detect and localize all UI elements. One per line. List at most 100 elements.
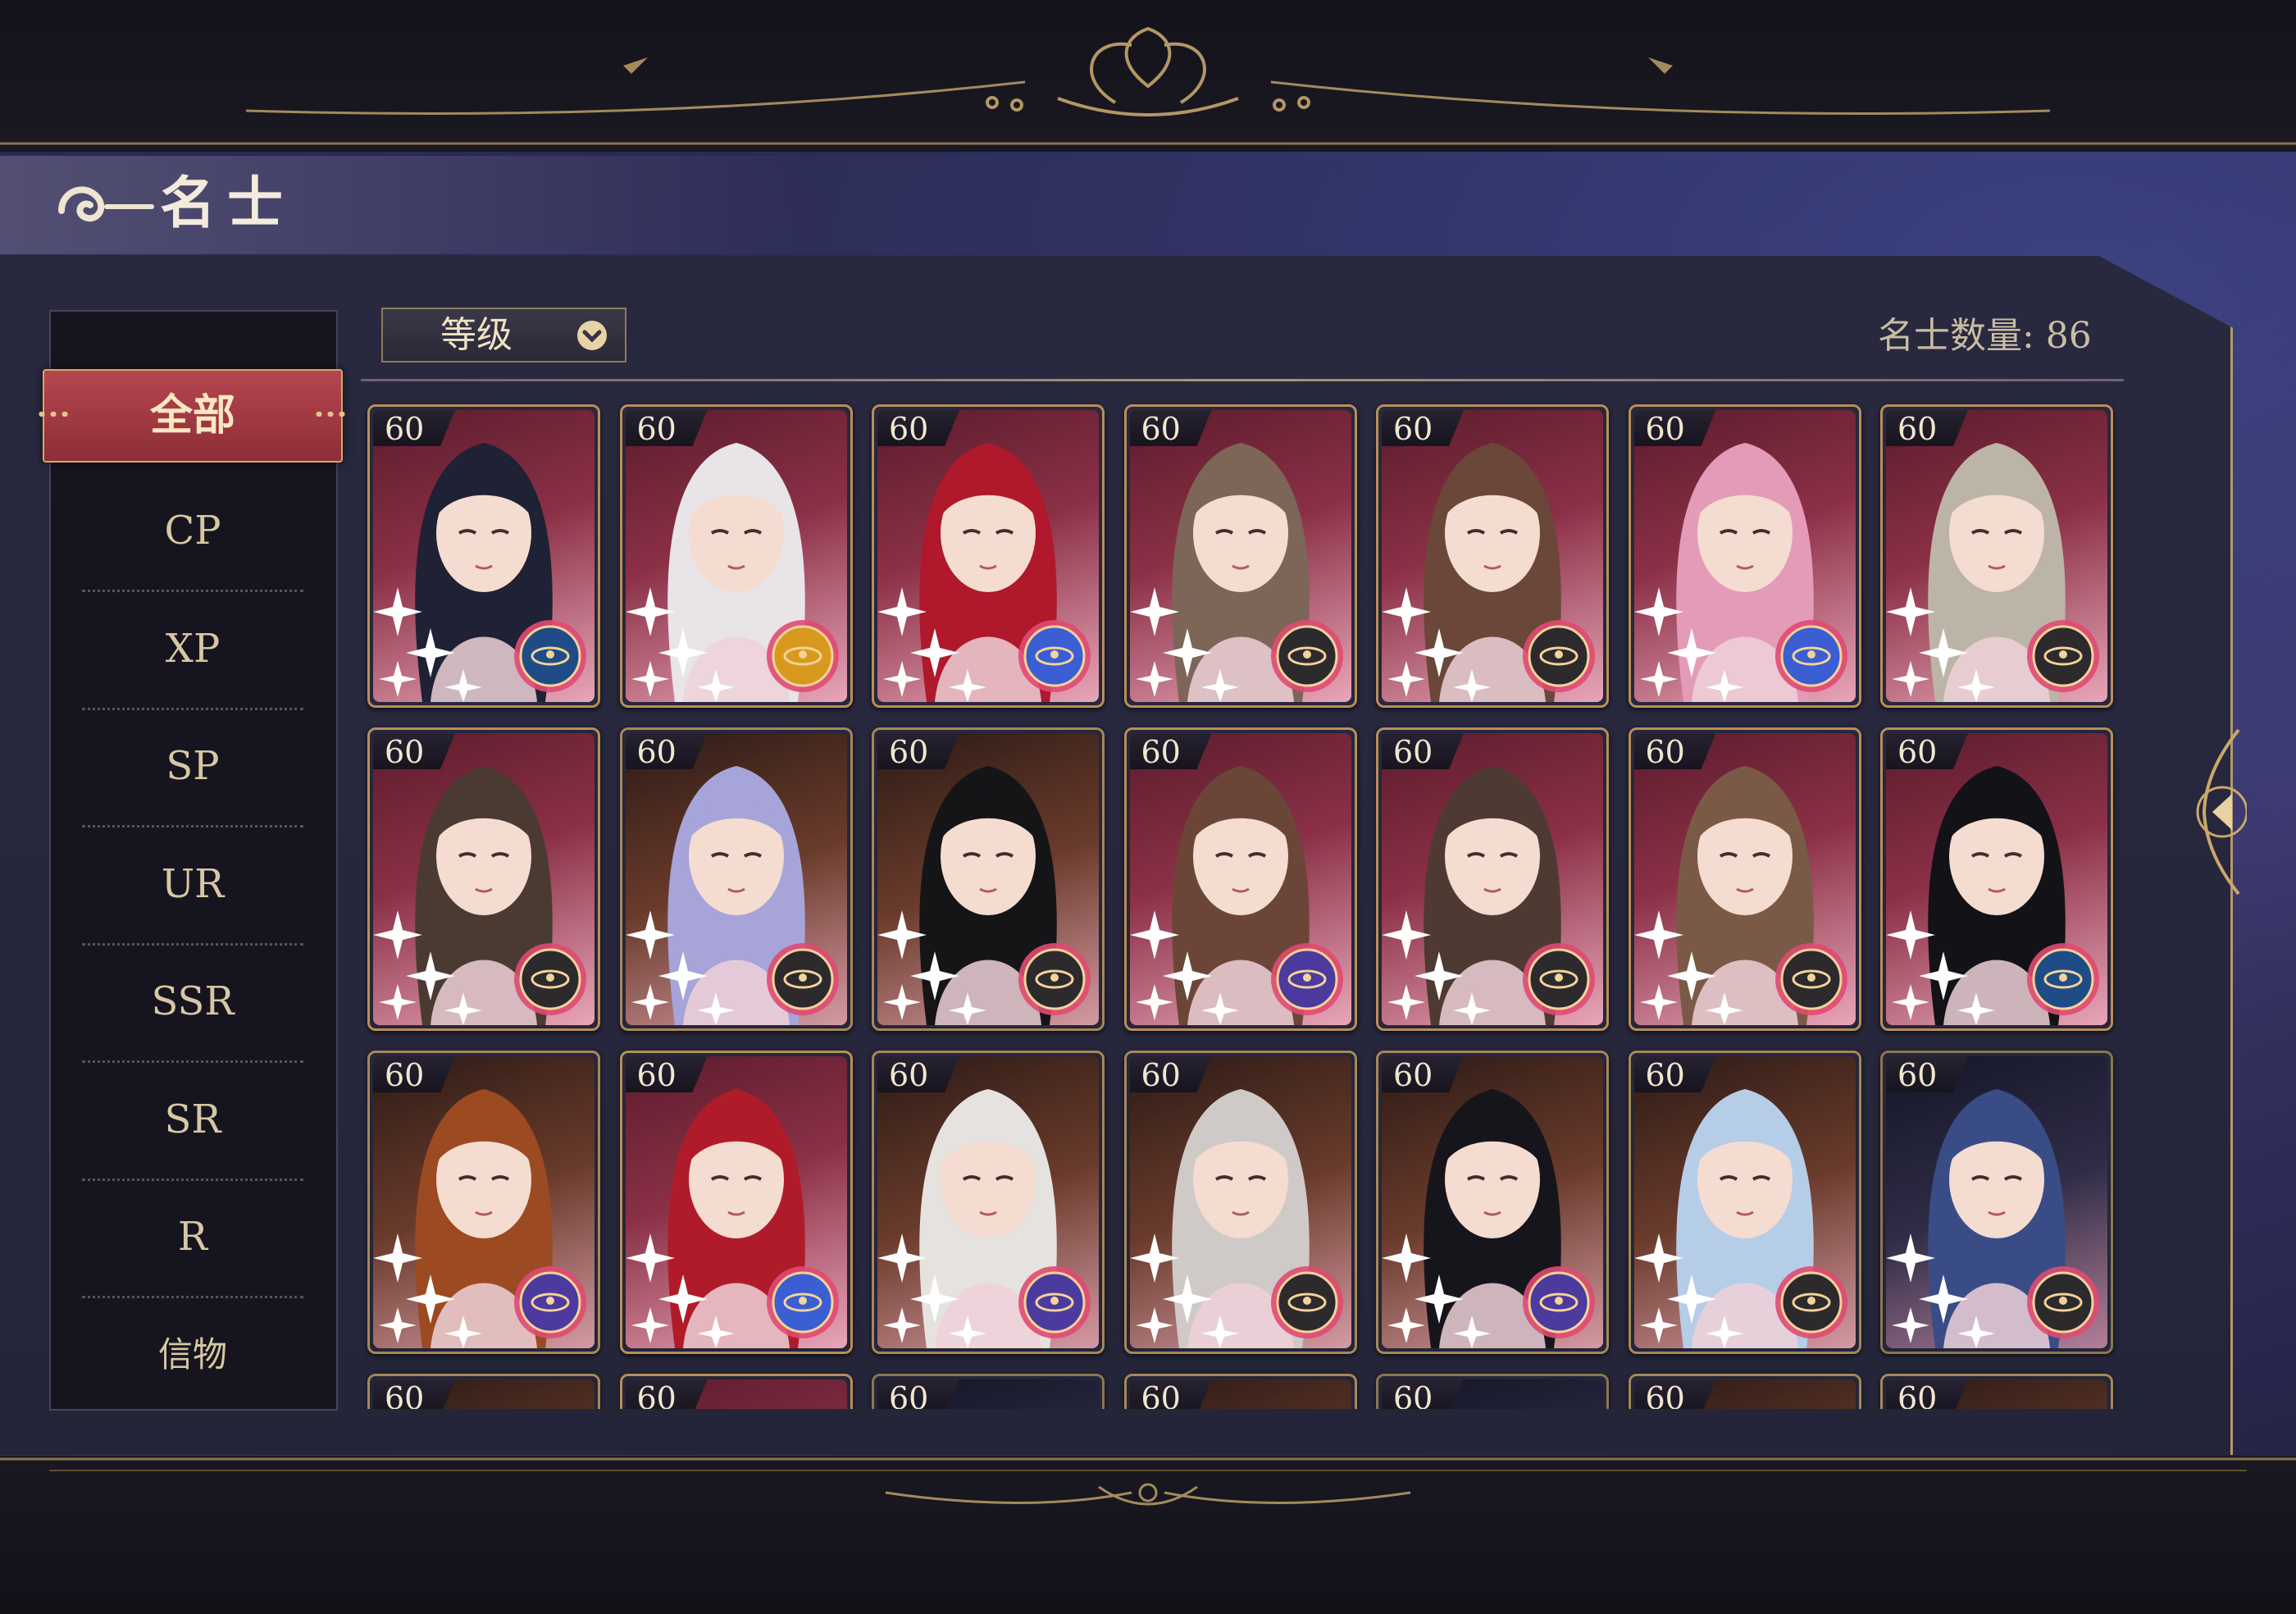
character-count: 名士数量: 86 [1878,315,2092,357]
crescent-icon [1270,1266,1343,1338]
card-frame: 60 [1382,733,1603,1025]
character-card[interactable]: 60 [619,727,853,1031]
character-card[interactable]: 60 [872,1051,1105,1354]
card-frame: 60 [877,733,1099,1025]
card-frame: 60 [625,1379,847,1409]
star-rank-sparkles [1382,587,1491,702]
star-rank-sparkles [877,587,986,702]
sidebar-item-r[interactable]: R [82,1178,303,1298]
character-card[interactable]: 60 [872,404,1105,708]
character-card[interactable]: 60 [1376,1051,1609,1354]
character-card[interactable]: 60 [1628,727,1861,1031]
star-rank-sparkles [1129,910,1239,1025]
blue-planet-icon [766,1266,839,1338]
character-card[interactable]: 60 [1123,1051,1357,1354]
star-rank-sparkles [625,910,735,1025]
card-frame: 60 [625,410,847,702]
sidebar-item-xp[interactable]: XP [82,590,303,710]
card-frame: 60 [1129,410,1351,702]
sidebar-item-label: 全部 [149,390,235,440]
card-frame: 60 [1382,410,1603,702]
violet-planet-icon [1018,1266,1091,1338]
sort-dropdown-label: 等级 [440,314,512,356]
card-frame: 60 [1633,1379,1856,1409]
character-card[interactable]: 60 [1628,1051,1861,1354]
crescent-icon [1774,1266,1847,1338]
blue-planet-icon [1774,620,1847,692]
crescent-icon [766,943,839,1015]
star-rank-sparkles [373,910,482,1025]
level-badge: 60 [625,1379,708,1409]
star-rank-sparkles [373,587,482,702]
card-frame: 60 [1129,1056,1351,1348]
star-rank-sparkles [1129,1233,1239,1348]
star-rank-sparkles [1129,587,1239,702]
level-badge: 60 [1633,1379,1716,1409]
character-grid[interactable]: 60 60 60 60 60 60 60 60 60 60 60 60 60 6… [361,398,2124,1409]
sidebar-item-sp[interactable]: SP [82,707,303,828]
sort-dropdown[interactable]: 等级 [381,308,626,362]
crescent-icon [2027,620,2099,692]
crescent-icon [2027,1266,2099,1338]
chevron-down-icon [577,321,607,350]
card-frame: 60 [877,1379,1099,1409]
character-card[interactable]: 60 [619,404,853,708]
star-map-icon [2027,943,2099,1015]
level-badge: 60 [877,1379,959,1409]
star-rank-sparkles [1886,587,1995,702]
page-title: 名士 [160,171,295,236]
character-card[interactable]: 60 [872,727,1105,1031]
character-card[interactable]: 60 [367,1051,600,1354]
level-badge: 60 [373,1379,455,1409]
character-card[interactable]: 60 [1123,1374,1357,1409]
star-rank-sparkles [877,910,986,1025]
character-card[interactable]: 60 [1376,727,1609,1031]
sidebar-item-sr[interactable]: SR [82,1060,303,1181]
character-card[interactable]: 60 [1376,1374,1609,1409]
character-card[interactable]: 60 [1880,727,2113,1031]
card-frame: 60 [877,410,1099,702]
card-frame: 60 [625,1056,847,1348]
card-frame: 60 [877,1056,1099,1348]
star-map-icon [514,620,586,692]
sidebar-item-cp[interactable]: CP [82,472,303,592]
level-badge: 60 [1886,1379,1968,1409]
crescent-icon [1270,620,1343,692]
card-frame: 60 [1129,733,1351,1025]
card-frame: 60 [373,733,594,1025]
character-card[interactable]: 60 [1880,1374,2113,1409]
violet-planet-icon [1270,943,1343,1015]
ornament-dots [313,412,349,417]
card-frame: 60 [625,733,847,1025]
character-card[interactable]: 60 [619,1374,853,1409]
character-card[interactable]: 60 [1628,404,1861,708]
sidebar-item-ssr[interactable]: SSR [82,942,303,1063]
character-card[interactable]: 60 [872,1374,1105,1409]
character-card[interactable]: 60 [1123,404,1357,708]
card-frame: 60 [1129,1379,1351,1409]
blue-planet-icon [1018,620,1091,692]
character-card[interactable]: 60 [1880,1051,2113,1354]
crescent-icon [1018,943,1091,1015]
card-frame: 60 [1633,1056,1856,1348]
character-card[interactable]: 60 [367,727,600,1031]
bottom-ornament [0,1457,2296,1506]
character-card[interactable]: 60 [367,1374,600,1409]
card-frame: 60 [1633,410,1856,702]
sidebar-item-信物[interactable]: 信物 [82,1296,303,1414]
star-rank-sparkles [1382,910,1491,1025]
character-card[interactable]: 60 [1880,404,2113,708]
character-card[interactable]: 60 [619,1051,853,1354]
character-card[interactable]: 60 [367,404,600,708]
star-rank-sparkles [373,1233,482,1348]
sidebar-item-all[interactable]: 全部 [36,369,349,463]
character-card[interactable]: 60 [1628,1374,1861,1409]
character-card[interactable]: 60 [1376,404,1609,708]
cloud-swirl-icon [58,186,154,222]
sidebar-item-ur[interactable]: UR [82,825,303,946]
crescent-icon [1523,620,1595,692]
ornament-dots [36,412,72,417]
character-card[interactable]: 60 [1123,727,1357,1031]
level-badge: 60 [1129,1379,1212,1409]
collapse-arrow-button[interactable] [2189,722,2247,902]
